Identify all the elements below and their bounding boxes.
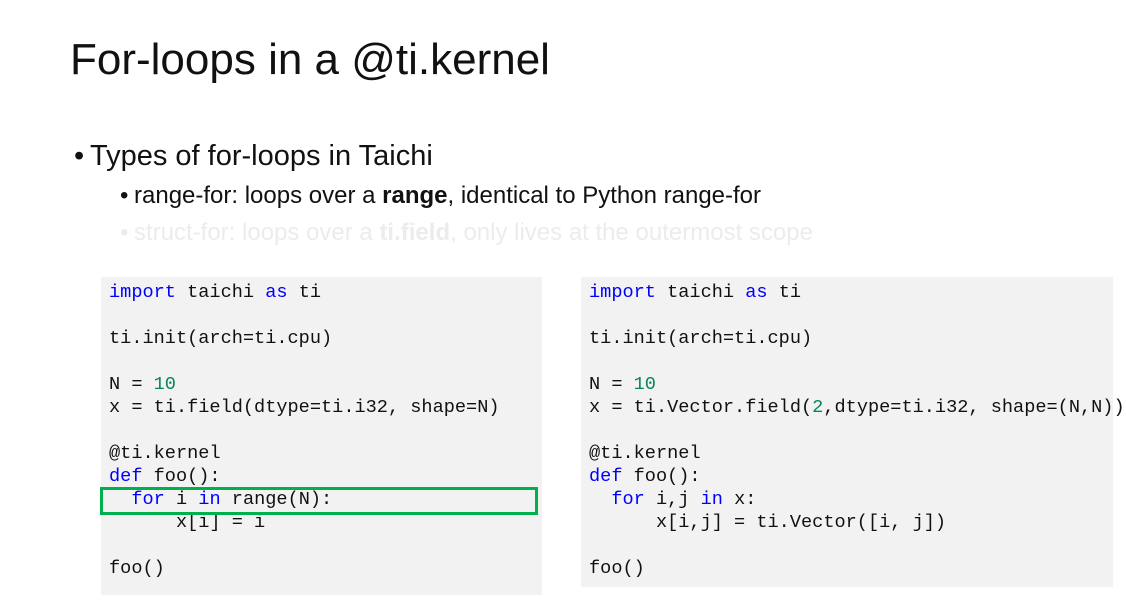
bullet-text-emphasis: range [382, 182, 448, 209]
code-line: def foo(): [109, 465, 542, 488]
code-text: ti [767, 282, 802, 303]
code-text: ti [287, 282, 322, 303]
code-text: foo(): [622, 466, 701, 487]
code-text: taichi [175, 282, 266, 303]
code-line: ti.init(arch=ti.cpu) [589, 328, 813, 349]
code-line: @ti.kernel [109, 443, 221, 464]
code-keyword: import [589, 282, 656, 303]
code-line: import taichi as ti [109, 281, 542, 304]
bullet-text-prefix: struct-for: loops over a [134, 219, 380, 246]
code-line: N = 10 [589, 373, 1113, 396]
bullet-struct-for: • struct-for: loops over a ti.field, only… [120, 217, 813, 249]
slide-title: For-loops in a @ti.kernel [70, 35, 550, 84]
code-line: foo() [109, 558, 165, 579]
code-text: N = [109, 374, 154, 395]
code-keyword: in [700, 489, 723, 510]
bullet-text: Types of for-loops in Taichi [90, 140, 433, 172]
code-line: N = 10 [109, 373, 542, 396]
code-keyword: def [109, 466, 143, 487]
code-text: foo(): [142, 466, 221, 487]
code-keyword: def [589, 466, 623, 487]
code-number: 10 [153, 374, 176, 395]
code-line: ti.init(arch=ti.cpu) [109, 328, 333, 349]
code-keyword: for [611, 489, 645, 510]
code-keyword: as [265, 282, 288, 303]
code-line: @ti.kernel [589, 443, 701, 464]
bullet-dot: • [120, 182, 129, 209]
code-text: i,j [644, 489, 701, 510]
code-number: 2 [812, 397, 824, 418]
code-line: x[i,j] = ti.Vector([i, j]) [589, 512, 947, 533]
code-line: x = ti.field(dtype=ti.i32, shape=N) [109, 397, 500, 418]
code-block-range-for: import taichi as ti ti.init(arch=ti.cpu) N… [101, 277, 542, 595]
code-text: x: [722, 489, 757, 510]
code-line: import taichi as ti [589, 281, 1113, 304]
code-keyword: as [745, 282, 768, 303]
bullet-types-of-for-loops: • Types of for-loops in Taichi [74, 138, 433, 174]
bullet-dot: • [120, 219, 129, 246]
bullet-text-suffix: , only lives at the outermost scope [450, 219, 813, 246]
code-line: x = ti.Vector.field(2,dtype=ti.i32, shap… [589, 396, 1125, 419]
code-text: x = ti.Vector.field( [589, 397, 813, 418]
bullet-text-emphasis: ti.field [379, 219, 451, 246]
bullet-range-for: • range-for: loops over a range, identica… [120, 180, 761, 212]
code-line: def foo(): [589, 465, 1113, 488]
bullet-dot: • [74, 140, 85, 172]
bullet-text-prefix: range-for: loops over a [134, 182, 383, 209]
code-text: N = [589, 374, 634, 395]
code-block-struct-for: import taichi as ti ti.init(arch=ti.cpu) N… [581, 277, 1125, 587]
code-line: foo() [589, 558, 645, 579]
range-for-highlight-box [100, 487, 538, 515]
bullet-text-suffix: , identical to Python range-for [447, 182, 762, 209]
code-line: for i,j in x: [589, 488, 1113, 511]
code-text: taichi [655, 282, 746, 303]
code-number: 10 [633, 374, 656, 395]
code-text: ,dtype=ti.i32, shape=(N,N)) [823, 397, 1125, 418]
code-keyword: import [109, 282, 176, 303]
